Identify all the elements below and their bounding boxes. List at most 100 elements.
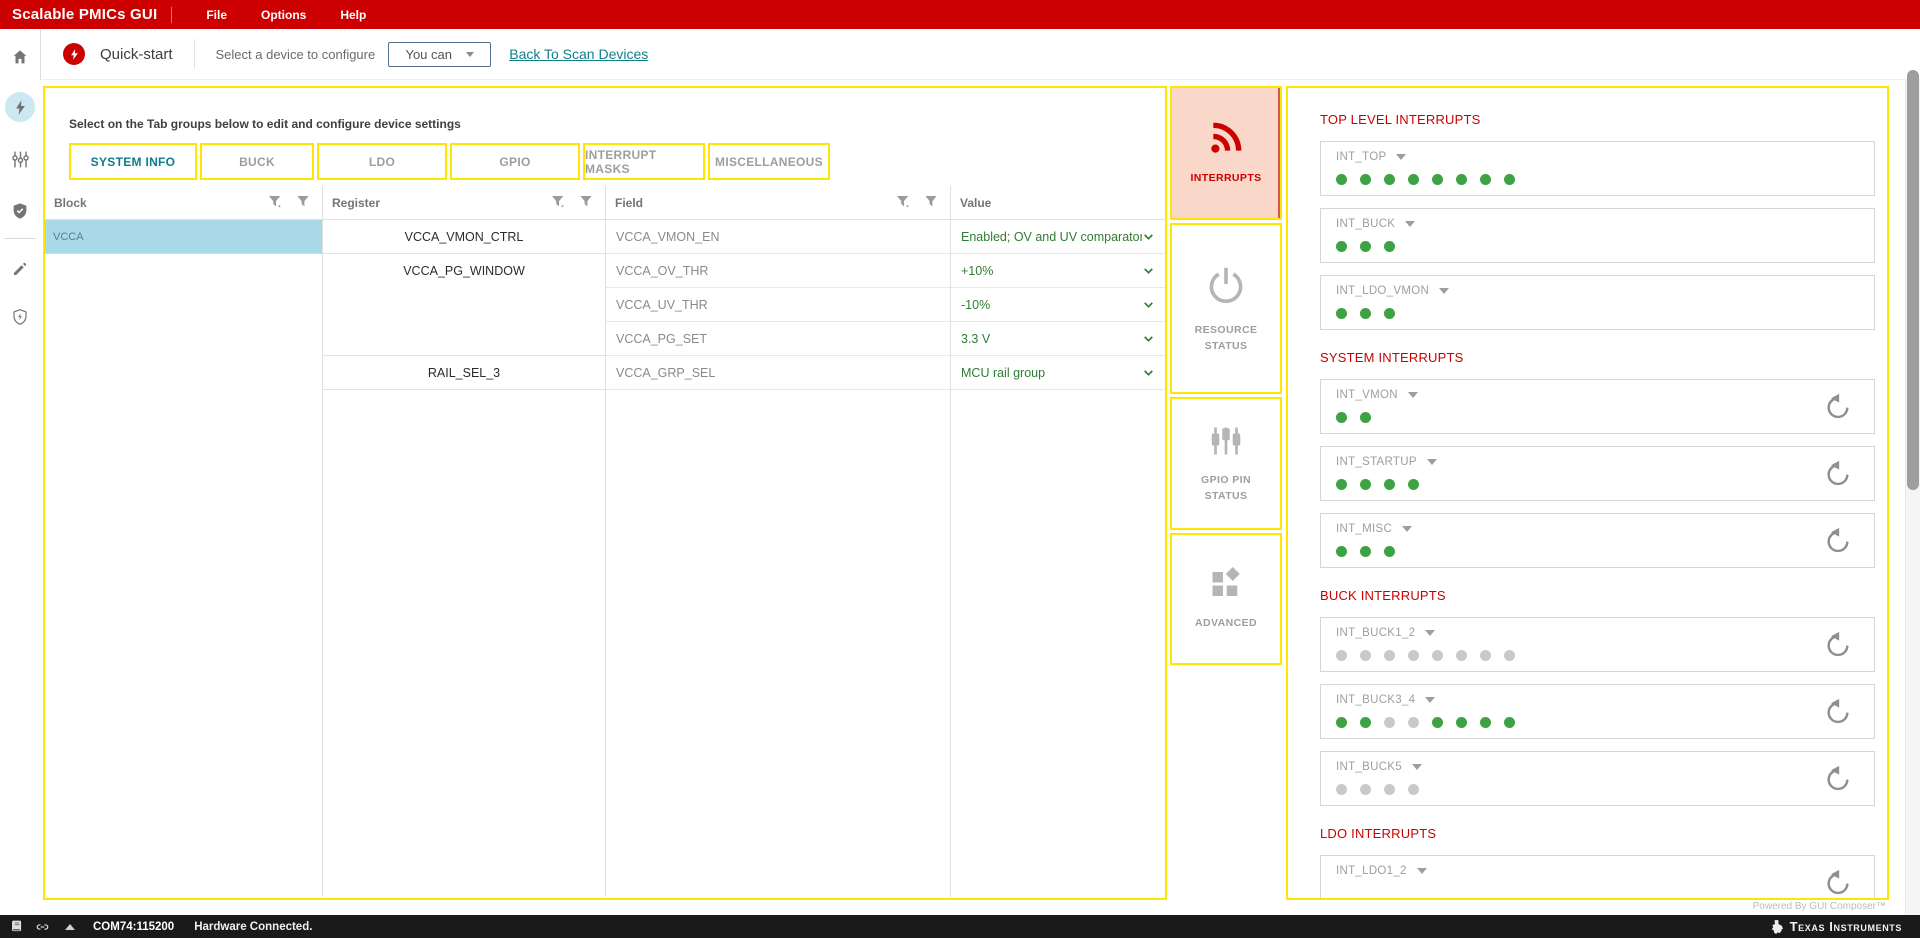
interrupt-status-dot (1360, 241, 1371, 252)
field-cell: VCCA_OV_THR (606, 254, 950, 288)
menu-options[interactable]: Options (261, 8, 306, 22)
register-cell: VCCA_VMON_CTRL (323, 220, 605, 254)
interrupt-dropdown[interactable]: INT_MISC (1336, 523, 1412, 535)
value-dropdown[interactable]: MCU rail group (951, 356, 1165, 390)
menu-file[interactable]: File (206, 8, 227, 22)
expand-log-caret-icon[interactable] (65, 924, 75, 930)
reset-interrupt-button[interactable] (1824, 393, 1852, 421)
interrupt-dropdown[interactable]: INT_LDO1_2 (1336, 865, 1427, 877)
quickstart-flash-icon[interactable] (0, 87, 40, 127)
interrupt-section-rows: INT_VMON INT_STARTUP INT_MISC (1320, 379, 1875, 568)
device-select-dropdown[interactable]: You can (388, 42, 491, 67)
interrupt-status-dot (1432, 650, 1443, 661)
interrupt-status-dot (1408, 717, 1419, 728)
interrupt-dots (1336, 412, 1874, 423)
tab-gpio[interactable]: GPIO (450, 143, 580, 180)
undo-reset-icon (1824, 460, 1852, 488)
filter-icon[interactable] (579, 195, 593, 210)
shield-check-icon[interactable] (0, 191, 40, 231)
interrupt-status-dot (1360, 784, 1371, 795)
column-header-register: Register (323, 186, 606, 219)
block-row-vcca[interactable]: VCCA (45, 220, 322, 254)
undo-reset-icon (1824, 527, 1852, 555)
clear-filter-icon[interactable] (551, 195, 567, 210)
clear-filter-icon[interactable] (268, 195, 284, 210)
side-tab-advanced[interactable]: ADVANCED (1170, 533, 1282, 665)
interrupt-dots (1336, 784, 1874, 795)
tab-ldo[interactable]: LDO (317, 143, 447, 180)
interrupt-section: LDO INTERRUPTS INT_LDO1_2 (1320, 826, 1875, 900)
reset-interrupt-button[interactable] (1824, 460, 1852, 488)
reset-interrupt-button[interactable] (1824, 698, 1852, 726)
filter-icon[interactable] (296, 195, 310, 210)
side-tab-gpio-pin-status[interactable]: GPIO PIN STATUS (1170, 397, 1282, 530)
interrupt-dropdown[interactable]: INT_TOP (1336, 151, 1406, 163)
vertical-scrollbar-track[interactable] (1905, 80, 1920, 915)
vertical-scrollbar-thumb[interactable] (1907, 70, 1919, 490)
tab-system-info[interactable]: SYSTEM INFO (69, 143, 197, 180)
side-tab-interrupts[interactable]: INTERRUPTS (1170, 86, 1282, 220)
interrupt-status-dot (1336, 412, 1347, 423)
filter-icon[interactable] (924, 195, 938, 210)
interrupt-dropdown[interactable]: INT_BUCK3_4 (1336, 694, 1435, 706)
interrupt-section-title: SYSTEM INTERRUPTS (1320, 350, 1875, 365)
column-header-block: Block (45, 186, 323, 219)
reset-interrupt-button[interactable] (1824, 765, 1852, 793)
clear-filter-icon[interactable] (896, 195, 912, 210)
interrupt-status-dot (1408, 650, 1419, 661)
com-port-text: COM74:115200 (93, 921, 174, 933)
toolbar: Quick-start Select a device to configure… (40, 29, 1920, 80)
interrupt-status-dot (1384, 546, 1395, 557)
reset-interrupt-button[interactable] (1824, 631, 1852, 659)
interrupt-section-rows: INT_TOP INT_BUCK INT_LDO_VMON (1320, 141, 1875, 330)
value-dropdown[interactable]: 3.3 V (951, 322, 1165, 356)
interrupt-dropdown[interactable]: INT_LDO_VMON (1336, 285, 1449, 297)
block-column: VCCA (45, 220, 323, 897)
value-dropdown[interactable]: +10% (951, 254, 1165, 288)
back-to-scan-devices-link[interactable]: Back To Scan Devices (509, 46, 648, 62)
chevron-down-icon (1417, 868, 1427, 874)
interrupt-name: INT_LDO1_2 (1336, 865, 1407, 877)
interrupt-section-rows: INT_BUCK1_2 INT_BUCK3_4 INT_BUCK5 (1320, 617, 1875, 806)
value-dropdown[interactable]: Enabled; OV and UV comparators (951, 220, 1165, 254)
shield-bolt-icon[interactable] (0, 297, 40, 337)
interrupt-dropdown[interactable]: INT_BUCK1_2 (1336, 627, 1435, 639)
icon-sidebar (0, 29, 40, 915)
tab-buck[interactable]: BUCK (200, 143, 314, 180)
interrupt-status-dot (1504, 174, 1515, 185)
interrupt-dropdown[interactable]: INT_STARTUP (1336, 456, 1437, 468)
quickstart-label: Quick-start (100, 46, 173, 63)
interrupt-dropdown[interactable]: INT_VMON (1336, 389, 1418, 401)
value-dropdown[interactable]: -10% (951, 288, 1165, 322)
interrupts-panel-content: TOP LEVEL INTERRUPTS INT_TOP INT_BUCK IN… (1320, 112, 1875, 900)
edit-pencil-icon[interactable] (0, 249, 40, 289)
menu-help[interactable]: Help (340, 8, 366, 22)
interrupt-dropdown[interactable]: INT_BUCK (1336, 218, 1415, 230)
reset-interrupt-button[interactable] (1824, 527, 1852, 555)
interrupt-status-dot (1336, 784, 1347, 795)
field-cell: VCCA_GRP_SEL (606, 356, 950, 390)
tab-groups: SYSTEM INFO BUCK LDO GPIO INTERRUPT MASK… (69, 143, 830, 180)
interrupt-status-dot (1480, 717, 1491, 728)
tab-miscellaneous[interactable]: MISCELLANEOUS (708, 143, 830, 180)
interrupt-status-dot (1384, 241, 1395, 252)
interrupt-dots (1336, 650, 1874, 661)
chevron-down-icon (1396, 154, 1406, 160)
side-tab-resource-status[interactable]: RESOURCE STATUS (1170, 223, 1282, 394)
power-icon (1203, 263, 1249, 309)
interrupt-status-dot (1360, 717, 1371, 728)
powered-by-text: Powered By GUI Composer™ (1753, 901, 1886, 912)
reset-interrupt-button[interactable] (1824, 869, 1852, 897)
register-cell: VCCA_PG_WINDOW (323, 254, 605, 356)
interrupt-name: INT_BUCK5 (1336, 761, 1402, 773)
interrupt-status-dot (1480, 650, 1491, 661)
chevron-down-icon (1402, 526, 1412, 532)
interrupt-dropdown[interactable]: INT_BUCK5 (1336, 761, 1422, 773)
home-icon[interactable] (0, 37, 40, 77)
interrupt-register-card: INT_BUCK1_2 (1320, 617, 1875, 672)
interrupt-name: INT_BUCK3_4 (1336, 694, 1415, 706)
tune-icon[interactable] (0, 139, 40, 179)
tab-interrupt-masks[interactable]: INTERRUPT MASKS (583, 143, 705, 180)
log-book-icon[interactable] (10, 919, 24, 934)
connection-link-icon[interactable] (34, 920, 51, 934)
